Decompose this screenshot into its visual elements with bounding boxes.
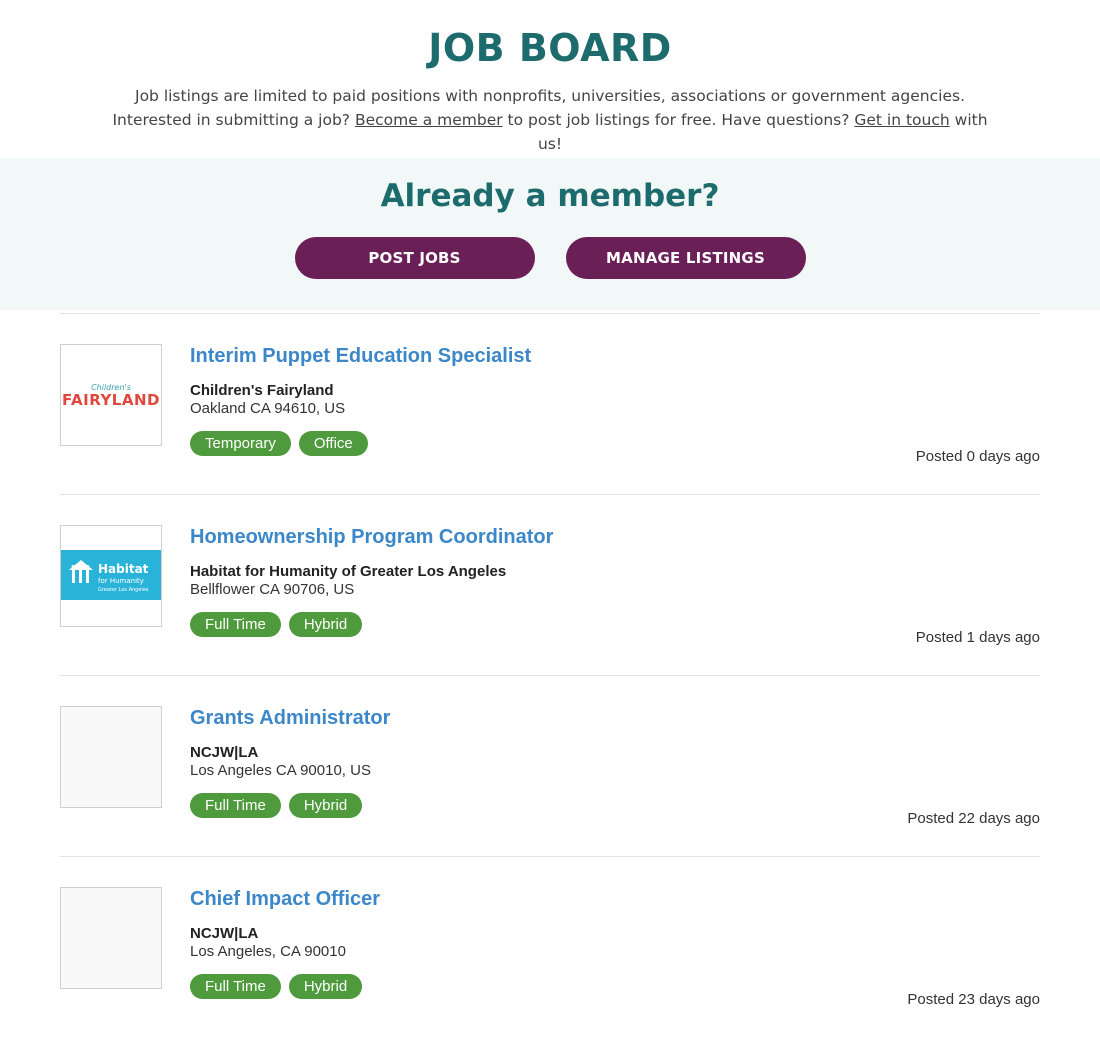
job-listing: Chief Impact Officer NCJW|LA Los Angeles… (60, 857, 1040, 1038)
job-title-link[interactable]: Interim Puppet Education Specialist (190, 344, 531, 368)
intro-text-part: to post job listings for free. Have ques… (502, 111, 855, 129)
job-type-badge: Full Time (190, 974, 281, 999)
posted-date: Posted 0 days ago (915, 448, 1040, 465)
page-header: JOB BOARD Job listings are limited to pa… (0, 0, 1100, 153)
job-location: Los Angeles, CA 90010 (190, 943, 346, 960)
job-location: Los Angeles CA 90010, US (190, 762, 371, 779)
work-mode-badge: Hybrid (288, 793, 363, 818)
posted-date: Posted 23 days ago (907, 991, 1040, 1008)
posted-date: Posted 22 days ago (907, 810, 1040, 827)
company-logo-placeholder[interactable] (60, 706, 162, 808)
job-type-badge: Full Time (190, 612, 281, 637)
post-jobs-button[interactable]: POST JOBS (294, 237, 535, 279)
member-button-row: POST JOBS MANAGE LISTINGS (0, 237, 1100, 279)
job-organization: Habitat for Humanity of Greater Los Ange… (190, 563, 507, 580)
job-tags: Full Time Hybrid (190, 974, 363, 999)
job-tags: Full Time Hybrid (190, 612, 363, 637)
work-mode-badge: Office (298, 431, 368, 456)
company-logo[interactable]: Habitat for Humanity Greater Los Angeles (60, 525, 162, 627)
job-location: Bellflower CA 90706, US (190, 581, 355, 598)
page-title: JOB BOARD (428, 26, 672, 70)
job-tags: Full Time Hybrid (190, 793, 363, 818)
logo-line-3: Greater Los Angeles (98, 587, 149, 593)
member-section: Already a member? POST JOBS MANAGE LISTI… (0, 158, 1100, 310)
logo-big-text: FAIRYLAND (62, 391, 160, 409)
intro-text: Job listings are limited to paid positio… (100, 84, 1000, 156)
job-listings: Children's FAIRYLAND Interim Puppet Educ… (60, 313, 1040, 1038)
job-listing: Children's FAIRYLAND Interim Puppet Educ… (60, 314, 1040, 495)
work-mode-badge: Hybrid (288, 974, 363, 999)
logo-line-1: Habitat (98, 562, 149, 576)
become-member-link[interactable]: Become a member (355, 111, 503, 129)
job-location: Oakland CA 94610, US (190, 400, 346, 417)
company-logo-placeholder[interactable] (60, 887, 162, 989)
job-listing: Grants Administrator NCJW|LA Los Angeles… (60, 676, 1040, 857)
work-mode-badge: Hybrid (288, 612, 363, 637)
job-title-link[interactable]: Chief Impact Officer (190, 887, 380, 911)
job-organization: Children's Fairyland (190, 382, 334, 399)
habitat-logo-icon: Habitat for Humanity Greater Los Angeles (61, 550, 161, 600)
job-tags: Temporary Office (190, 431, 368, 456)
job-listing: Habitat for Humanity Greater Los Angeles… (60, 495, 1040, 676)
logo-line-2: for Humanity (98, 577, 144, 585)
job-title-link[interactable]: Homeownership Program Coordinator (190, 525, 553, 549)
company-logo[interactable]: Children's FAIRYLAND (60, 344, 162, 446)
job-title-link[interactable]: Grants Administrator (190, 706, 390, 730)
job-type-badge: Full Time (190, 793, 281, 818)
posted-date: Posted 1 days ago (915, 629, 1040, 646)
job-organization: NCJW|LA (190, 925, 259, 942)
get-in-touch-link[interactable]: Get in touch (854, 111, 949, 129)
manage-listings-button[interactable]: MANAGE LISTINGS (565, 237, 806, 279)
job-type-badge: Temporary (190, 431, 291, 456)
fairyland-logo-icon: Children's FAIRYLAND (62, 383, 160, 409)
job-organization: NCJW|LA (190, 744, 259, 761)
member-section-title: Already a member? (380, 178, 720, 214)
